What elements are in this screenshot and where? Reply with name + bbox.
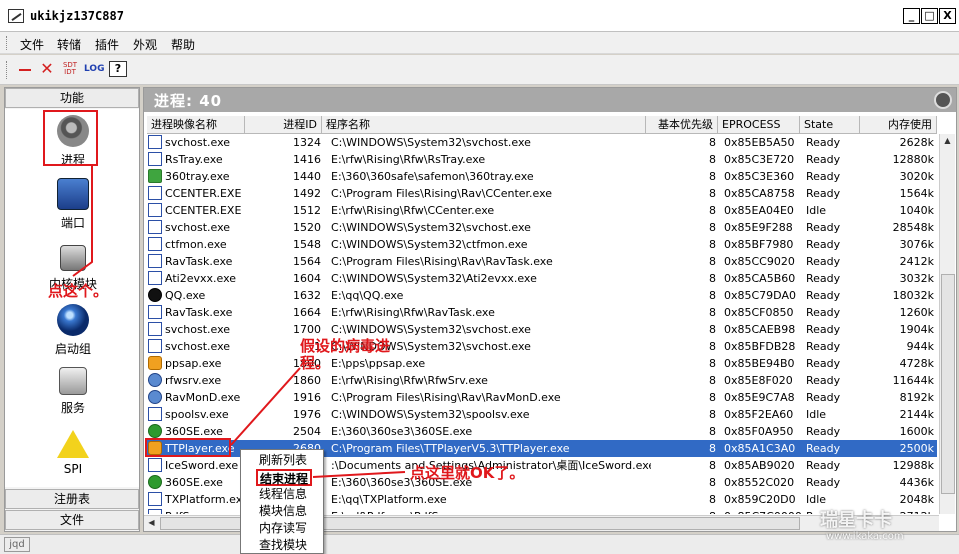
- annotation-virus: 假设的病毒进程。: [300, 337, 391, 372]
- annotation-click-this: 点这个。: [48, 282, 109, 300]
- arrow-line-endprocess: [312, 471, 406, 478]
- annotation-click-here-ok: 点这里就OK了。: [410, 464, 525, 482]
- watermark-url: www.ikaka.com: [826, 531, 904, 542]
- arrow-line-virus: [230, 367, 301, 446]
- arrow-line-process: [72, 166, 93, 277]
- watermark-brand: 瑞星卡卡: [820, 510, 892, 531]
